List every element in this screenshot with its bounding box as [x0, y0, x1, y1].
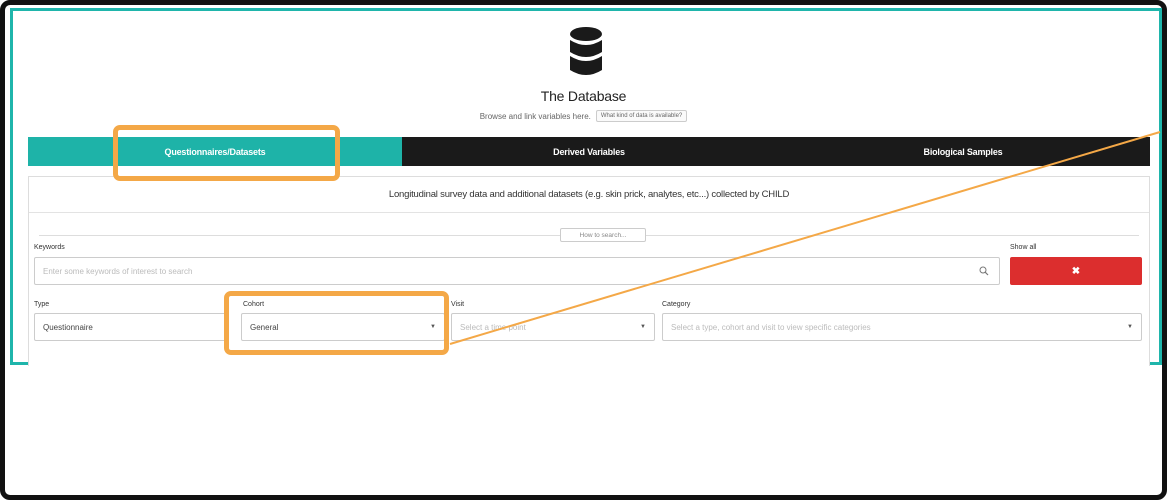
type-label: Type — [34, 301, 50, 308]
category-label: Category — [662, 301, 691, 308]
chevron-down-icon: ▼ — [1127, 324, 1133, 330]
database-icon — [570, 27, 602, 75]
keywords-label: Keywords — [34, 244, 65, 251]
page-title: The Database — [540, 88, 627, 104]
visit-label: Visit — [451, 301, 465, 308]
visit-placeholder: Select a time point — [460, 322, 526, 332]
data-info-button[interactable]: What kind of data is available? — [595, 110, 688, 122]
tab-biological-samples[interactable]: Biological Samples — [776, 137, 1150, 166]
category-select[interactable]: Select a type, cohort and visit to view … — [662, 313, 1142, 341]
subtitle-text: Browse and link variables here. — [479, 111, 591, 121]
chevron-down-icon: ▼ — [640, 324, 646, 330]
panel-description: Longitudinal survey data and additional … — [388, 189, 790, 200]
highlight-cohort-annotation — [224, 291, 449, 355]
keywords-placeholder: Enter some keywords of interest to searc… — [43, 266, 193, 276]
tab-derived-variables[interactable]: Derived Variables — [402, 137, 776, 166]
visit-select[interactable]: Select a time point ▼ — [451, 313, 655, 341]
search-icon — [979, 266, 989, 276]
clear-button[interactable]: ✖ — [1010, 257, 1142, 285]
keywords-input[interactable]: Enter some keywords of interest to searc… — [34, 257, 1000, 285]
subtitle-row: Browse and link variables here. What kin… — [0, 110, 1167, 122]
type-value: Questionnaire — [43, 322, 93, 332]
close-icon: ✖ — [1071, 265, 1081, 277]
show-all-label: Show all — [1010, 244, 1037, 251]
type-select[interactable]: Questionnaire — [34, 313, 228, 341]
category-placeholder: Select a type, cohort and visit to view … — [671, 322, 871, 332]
highlight-tab-annotation — [113, 125, 340, 181]
divider — [29, 212, 1149, 213]
how-to-search-button[interactable]: How to search... — [560, 228, 646, 242]
